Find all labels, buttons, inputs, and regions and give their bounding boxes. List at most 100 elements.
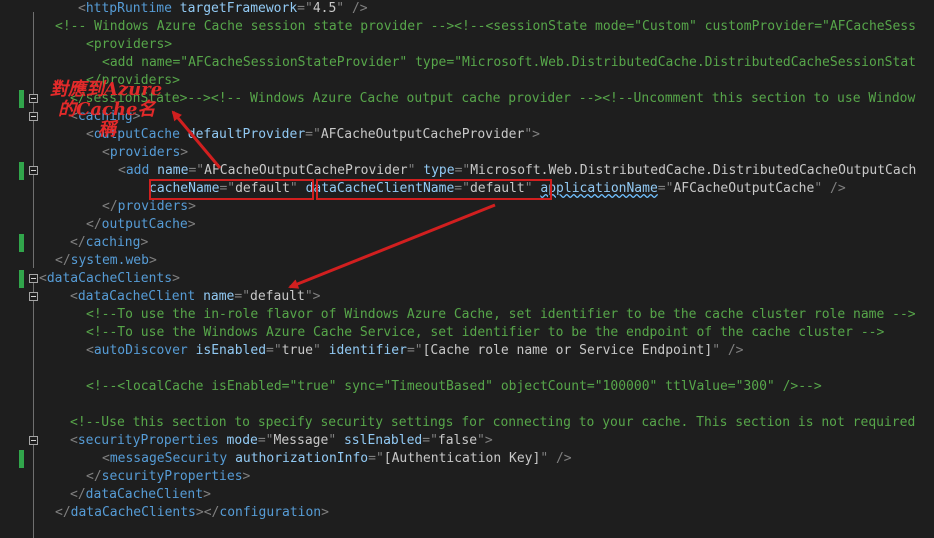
code-text: </outputCache>: [86, 216, 196, 234]
collapse-icon[interactable]: [29, 436, 38, 445]
code-text: <autoDiscover isEnabled="true" identifie…: [86, 342, 744, 360]
code-text: <dataCacheClients>: [39, 270, 180, 288]
annotation-text: 對應到Azure 的Cache名 稱: [50, 80, 162, 140]
code-token: " />: [814, 181, 846, 196]
collapse-icon[interactable]: [29, 112, 38, 121]
code-line[interactable]: <!--To use the Windows Azure Cache Servi…: [0, 324, 934, 342]
code-line[interactable]: </dataCacheClient>: [0, 486, 934, 504]
code-token: Microsoft.Web.DistributedCache.Distribut…: [470, 163, 917, 178]
change-indicator: [19, 270, 24, 288]
code-line[interactable]: </outputCache>: [0, 216, 934, 234]
code-line[interactable]: <!-- Windows Azure Cache session state p…: [0, 18, 934, 36]
code-text: <dataCacheClient name="default">: [70, 288, 320, 306]
code-token: [Cache role name or Service Endpoint]: [422, 343, 713, 358]
code-line[interactable]: <httpRuntime targetFramework="4.5" />: [0, 0, 934, 18]
annotation-line-3: 稱: [98, 119, 116, 140]
code-token: </: [86, 469, 102, 484]
code-token: true: [281, 343, 313, 358]
code-token: dataCacheClient: [85, 487, 204, 502]
code-line[interactable]: </system.web>: [0, 252, 934, 270]
change-indicator: [19, 162, 24, 180]
code-line[interactable]: </caching>: [0, 234, 934, 252]
code-token: >: [242, 469, 251, 484]
code-token: =": [422, 433, 438, 448]
code-token: <!--<localCache isEnabled="true" sync="T…: [86, 379, 822, 394]
code-line[interactable]: [0, 396, 934, 414]
code-token: </: [55, 505, 71, 520]
code-line[interactable]: <providers>: [0, 144, 934, 162]
code-token: </: [86, 217, 102, 232]
code-token: AFCacheOutputCache: [673, 181, 815, 196]
code-text: <securityProperties mode="Message" sslEn…: [70, 432, 493, 450]
collapse-icon[interactable]: [29, 292, 38, 301]
code-token: AFCacheOutputCacheProvider: [320, 127, 525, 142]
code-line[interactable]: [0, 360, 934, 378]
code-line[interactable]: <!--Use this section to specify security…: [0, 414, 934, 432]
code-token: <!--Uncomment this section to use Window: [602, 91, 916, 106]
code-line[interactable]: </dataCacheClients></configuration>: [0, 504, 934, 522]
code-token: =": [266, 343, 282, 358]
code-line[interactable]: <add name="AFCacheSessionStateProvider" …: [0, 54, 934, 72]
code-text: <providers>: [102, 144, 188, 162]
code-line[interactable]: <messageSecurity authorizationInfo="[Aut…: [0, 450, 934, 468]
collapse-icon[interactable]: [29, 274, 38, 283]
code-line[interactable]: </securityProperties>: [0, 468, 934, 486]
code-token: providers: [109, 145, 181, 160]
change-indicator: [19, 450, 24, 468]
code-line[interactable]: <providers>: [0, 36, 934, 54]
code-token: ": [313, 343, 321, 358]
change-indicator: [19, 234, 24, 252]
code-token: httpRuntime: [85, 1, 172, 16]
code-token: type: [423, 163, 455, 178]
code-token: </: [55, 253, 71, 268]
code-line[interactable]: <add name="AFCacheOutputCacheProvider" t…: [0, 162, 934, 180]
code-token: =": [257, 433, 274, 448]
code-token: >: [187, 217, 196, 232]
code-token: <!--Use this section to specify security…: [70, 415, 916, 430]
code-token: securityProperties: [101, 469, 243, 484]
code-token: dataCacheClient: [77, 289, 196, 304]
code-text: <!-- Windows Azure Cache session state p…: [55, 18, 916, 36]
code-token: false: [437, 433, 478, 448]
collapse-icon[interactable]: [29, 94, 38, 103]
code-token: <: [86, 343, 94, 358]
code-text: </securityProperties>: [86, 468, 250, 486]
code-token: =": [368, 451, 384, 466]
code-line[interactable]: <!--<localCache isEnabled="true" sync="T…: [0, 378, 934, 396]
code-line[interactable]: <securityProperties mode="Message" sslEn…: [0, 432, 934, 450]
code-token: authorizationInfo: [235, 451, 369, 466]
code-token: name: [203, 289, 235, 304]
code-token: <: [70, 433, 78, 448]
code-line[interactable]: <autoDiscover isEnabled="true" identifie…: [0, 342, 934, 360]
code-token: securityProperties: [77, 433, 219, 448]
code-text: </caching>: [70, 234, 148, 252]
code-token: mode: [226, 433, 258, 448]
code-text: </system.web>: [55, 252, 157, 270]
datacacheclientname-highlight-box: [316, 179, 552, 200]
code-token: <: [102, 451, 110, 466]
code-text: </dataCacheClients></configuration>: [55, 504, 329, 522]
code-text: </providers>: [102, 198, 196, 216]
code-token: =": [305, 127, 321, 142]
code-token: <!--To use the in-role flavor of Windows…: [86, 307, 916, 322]
code-line[interactable]: <dataCacheClient name="default">: [0, 288, 934, 306]
code-token: defaultProvider: [187, 127, 306, 142]
code-token: configuration: [219, 505, 322, 520]
code-token: default: [250, 289, 305, 304]
code-token: outputCache: [101, 217, 188, 232]
code-text: <!--<localCache isEnabled="true" sync="T…: [86, 378, 822, 396]
code-line[interactable]: <dataCacheClients>: [0, 270, 934, 288]
code-token: providers: [117, 199, 189, 214]
code-token: isEnabled: [195, 343, 267, 358]
code-token: " />: [336, 1, 368, 16]
code-token: <!-- Windows Azure Cache output cache pr…: [210, 91, 603, 106]
collapse-icon[interactable]: [29, 166, 38, 175]
code-token: >: [321, 505, 329, 520]
code-token: <: [102, 145, 110, 160]
code-editor[interactable]: <httpRuntime targetFramework="4.5" /> <!-…: [0, 0, 934, 538]
code-line[interactable]: <!--To use the in-role flavor of Windows…: [0, 306, 934, 324]
code-line[interactable]: </providers>: [0, 198, 934, 216]
code-token: AFCacheOutputCacheProvider: [204, 163, 408, 178]
